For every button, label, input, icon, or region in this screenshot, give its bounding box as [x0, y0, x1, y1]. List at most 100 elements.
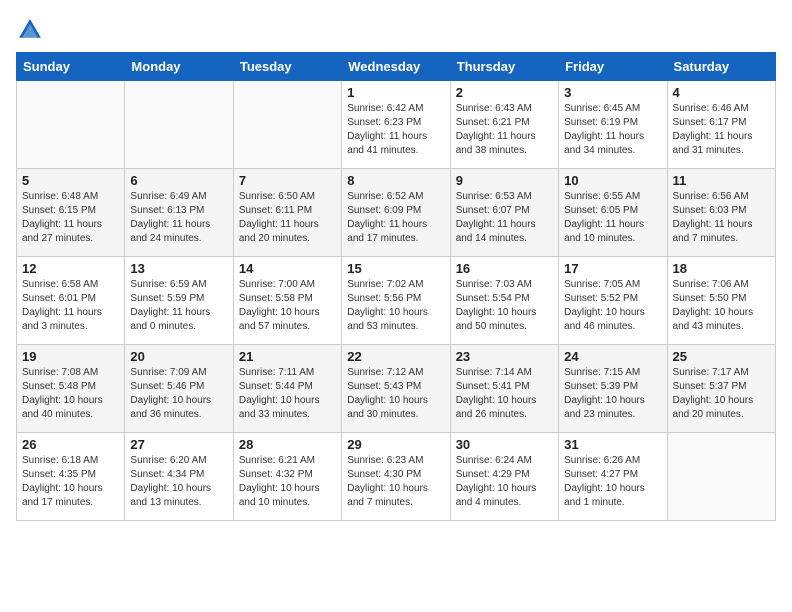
day-number: 1 — [347, 85, 444, 100]
day-info: Sunrise: 6:43 AM Sunset: 6:21 PM Dayligh… — [456, 102, 553, 158]
calendar-cell: 30 Sunrise: 6:24 AM Sunset: 4:29 PM Dayli… — [450, 433, 558, 521]
day-info: Sunrise: 6:21 AM Sunset: 4:32 PM Dayligh… — [239, 454, 336, 510]
logo-icon — [16, 16, 44, 44]
day-info: Sunrise: 7:02 AM Sunset: 5:56 PM Dayligh… — [347, 278, 444, 334]
day-number: 4 — [673, 85, 770, 100]
logo — [16, 16, 48, 44]
day-number: 10 — [564, 173, 661, 188]
day-number: 3 — [564, 85, 661, 100]
calendar-cell: 31Sunrise: 6:26 AM Sunset: 4:27 PM Dayli… — [559, 433, 667, 521]
day-info: Sunrise: 6:20 AM Sunset: 4:34 PM Dayligh… — [130, 454, 227, 510]
day-info: Sunrise: 6:24 AM Sunset: 4:29 PM Dayligh… — [456, 454, 553, 510]
calendar-cell: 28 Sunrise: 6:21 AM Sunset: 4:32 PM Dayli… — [233, 433, 341, 521]
day-info: Sunrise: 6:58 AM Sunset: 6:01 PM Dayligh… — [22, 278, 119, 334]
calendar-cell — [17, 81, 125, 169]
day-info: Sunrise: 7:05 AM Sunset: 5:52 PM Dayligh… — [564, 278, 661, 334]
day-info: Sunrise: 6:52 AM Sunset: 6:09 PM Dayligh… — [347, 190, 444, 246]
day-number: 7 — [239, 173, 336, 188]
day-info: Sunrise: 7:00 AM Sunset: 5:58 PM Dayligh… — [239, 278, 336, 334]
day-info: Sunrise: 7:15 AM Sunset: 5:39 PM Dayligh… — [564, 366, 661, 422]
calendar-cell: 27 Sunrise: 6:20 AM Sunset: 4:34 PM Dayli… — [125, 433, 233, 521]
day-number: 15 — [347, 261, 444, 276]
day-info: Sunrise: 6:48 AM Sunset: 6:15 PM Dayligh… — [22, 190, 119, 246]
day-number: 23 — [456, 349, 553, 364]
day-number: 11 — [673, 173, 770, 188]
day-number: 18 — [673, 261, 770, 276]
day-number: 5 — [22, 173, 119, 188]
calendar-cell: 2 Sunrise: 6:43 AM Sunset: 6:21 PM Daylig… — [450, 81, 558, 169]
day-number: 27 — [130, 437, 227, 452]
calendar-cell: 8Sunrise: 6:52 AM Sunset: 6:09 PM Daylig… — [342, 169, 450, 257]
calendar-cell: 6 Sunrise: 6:49 AM Sunset: 6:13 PM Daylig… — [125, 169, 233, 257]
day-info: Sunrise: 6:50 AM Sunset: 6:11 PM Dayligh… — [239, 190, 336, 246]
calendar-cell: 11 Sunrise: 6:56 AM Sunset: 6:03 PM Dayli… — [667, 169, 775, 257]
calendar-cell: 25 Sunrise: 7:17 AM Sunset: 5:37 PM Dayli… — [667, 345, 775, 433]
day-info: Sunrise: 7:08 AM Sunset: 5:48 PM Dayligh… — [22, 366, 119, 422]
weekday-header: Friday — [559, 53, 667, 81]
day-info: Sunrise: 7:06 AM Sunset: 5:50 PM Dayligh… — [673, 278, 770, 334]
calendar-cell — [125, 81, 233, 169]
weekday-header: Monday — [125, 53, 233, 81]
weekday-header: Thursday — [450, 53, 558, 81]
calendar-cell: 13 Sunrise: 6:59 AM Sunset: 5:59 PM Dayli… — [125, 257, 233, 345]
day-number: 16 — [456, 261, 553, 276]
day-number: 29 — [347, 437, 444, 452]
calendar-cell: 18 Sunrise: 7:06 AM Sunset: 5:50 PM Dayli… — [667, 257, 775, 345]
calendar-cell: 24 Sunrise: 7:15 AM Sunset: 5:39 PM Dayli… — [559, 345, 667, 433]
calendar-cell — [233, 81, 341, 169]
day-info: Sunrise: 7:14 AM Sunset: 5:41 PM Dayligh… — [456, 366, 553, 422]
day-info: Sunrise: 6:46 AM Sunset: 6:17 PM Dayligh… — [673, 102, 770, 158]
calendar-cell: 12Sunrise: 6:58 AM Sunset: 6:01 PM Dayli… — [17, 257, 125, 345]
weekday-header: Saturday — [667, 53, 775, 81]
day-number: 28 — [239, 437, 336, 452]
day-number: 13 — [130, 261, 227, 276]
day-info: Sunrise: 6:42 AM Sunset: 6:23 PM Dayligh… — [347, 102, 444, 158]
day-info: Sunrise: 6:18 AM Sunset: 4:35 PM Dayligh… — [22, 454, 119, 510]
day-info: Sunrise: 7:11 AM Sunset: 5:44 PM Dayligh… — [239, 366, 336, 422]
day-info: Sunrise: 7:03 AM Sunset: 5:54 PM Dayligh… — [456, 278, 553, 334]
day-number: 22 — [347, 349, 444, 364]
day-info: Sunrise: 6:53 AM Sunset: 6:07 PM Dayligh… — [456, 190, 553, 246]
calendar-cell: 26 Sunrise: 6:18 AM Sunset: 4:35 PM Dayli… — [17, 433, 125, 521]
day-number: 14 — [239, 261, 336, 276]
calendar-cell: 17 Sunrise: 7:05 AM Sunset: 5:52 PM Dayli… — [559, 257, 667, 345]
day-info: Sunrise: 7:12 AM Sunset: 5:43 PM Dayligh… — [347, 366, 444, 422]
day-info: Sunrise: 6:49 AM Sunset: 6:13 PM Dayligh… — [130, 190, 227, 246]
day-number: 20 — [130, 349, 227, 364]
calendar-cell: 19 Sunrise: 7:08 AM Sunset: 5:48 PM Dayli… — [17, 345, 125, 433]
day-info: Sunrise: 6:26 AM Sunset: 4:27 PM Dayligh… — [564, 454, 661, 510]
calendar-header — [16, 16, 776, 44]
day-number: 30 — [456, 437, 553, 452]
calendar-table: SundayMondayTuesdayWednesdayThursdayFrid… — [16, 52, 776, 521]
day-number: 2 — [456, 85, 553, 100]
calendar-cell: 7 Sunrise: 6:50 AM Sunset: 6:11 PM Daylig… — [233, 169, 341, 257]
calendar-cell: 14 Sunrise: 7:00 AM Sunset: 5:58 PM Dayli… — [233, 257, 341, 345]
day-number: 6 — [130, 173, 227, 188]
calendar-cell: 10Sunrise: 6:55 AM Sunset: 6:05 PM Dayli… — [559, 169, 667, 257]
day-info: Sunrise: 7:17 AM Sunset: 5:37 PM Dayligh… — [673, 366, 770, 422]
calendar-cell: 1 Sunrise: 6:42 AM Sunset: 6:23 PM Daylig… — [342, 81, 450, 169]
weekday-header: Tuesday — [233, 53, 341, 81]
day-info: Sunrise: 6:23 AM Sunset: 4:30 PM Dayligh… — [347, 454, 444, 510]
weekday-header: Sunday — [17, 53, 125, 81]
weekday-header: Wednesday — [342, 53, 450, 81]
day-number: 25 — [673, 349, 770, 364]
day-number: 24 — [564, 349, 661, 364]
day-number: 17 — [564, 261, 661, 276]
calendar-cell: 4 Sunrise: 6:46 AM Sunset: 6:17 PM Daylig… — [667, 81, 775, 169]
day-number: 21 — [239, 349, 336, 364]
calendar-cell: 15 Sunrise: 7:02 AM Sunset: 5:56 PM Dayli… — [342, 257, 450, 345]
calendar-cell: 21 Sunrise: 7:11 AM Sunset: 5:44 PM Dayli… — [233, 345, 341, 433]
calendar-cell: 5 Sunrise: 6:48 AM Sunset: 6:15 PM Daylig… — [17, 169, 125, 257]
calendar-cell: 23 Sunrise: 7:14 AM Sunset: 5:41 PM Dayli… — [450, 345, 558, 433]
day-info: Sunrise: 6:56 AM Sunset: 6:03 PM Dayligh… — [673, 190, 770, 246]
calendar-cell: 20 Sunrise: 7:09 AM Sunset: 5:46 PM Dayli… — [125, 345, 233, 433]
day-info: Sunrise: 6:59 AM Sunset: 5:59 PM Dayligh… — [130, 278, 227, 334]
day-number: 9 — [456, 173, 553, 188]
day-number: 19 — [22, 349, 119, 364]
calendar-cell: 16 Sunrise: 7:03 AM Sunset: 5:54 PM Dayli… — [450, 257, 558, 345]
calendar-cell: 3 Sunrise: 6:45 AM Sunset: 6:19 PM Daylig… — [559, 81, 667, 169]
day-info: Sunrise: 6:45 AM Sunset: 6:19 PM Dayligh… — [564, 102, 661, 158]
day-info: Sunrise: 7:09 AM Sunset: 5:46 PM Dayligh… — [130, 366, 227, 422]
day-number: 26 — [22, 437, 119, 452]
